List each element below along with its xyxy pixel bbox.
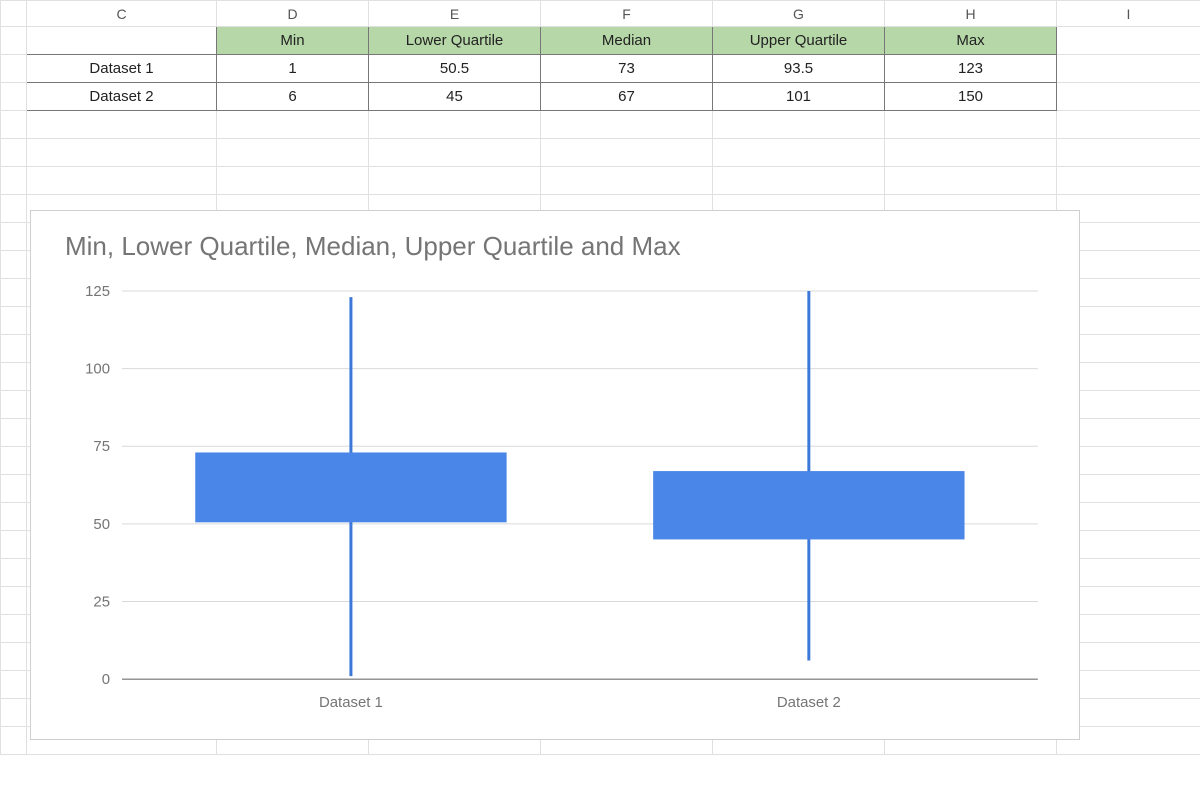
chart-plot: 0 25 50 75 100 125 Dataset 1 Dataset 2 <box>51 281 1059 719</box>
col-I[interactable]: I <box>1057 1 1200 27</box>
cell-empty[interactable] <box>1057 83 1200 111</box>
box <box>653 471 964 539</box>
col-D[interactable]: D <box>217 1 369 27</box>
table-row: Dataset 2 6 45 67 101 150 <box>1 83 1200 111</box>
chart-title: Min, Lower Quartile, Median, Upper Quart… <box>65 231 681 262</box>
y-tick-label: 100 <box>85 361 110 378</box>
boxplot-svg: 0 25 50 75 100 125 Dataset 1 Dataset 2 <box>51 281 1059 719</box>
col-E[interactable]: E <box>369 1 541 27</box>
y-tick-label: 50 <box>93 516 110 533</box>
col-G[interactable]: G <box>713 1 885 27</box>
row-label-dataset1[interactable]: Dataset 1 <box>27 55 217 83</box>
column-header-row: C D E F G H I <box>1 1 1200 27</box>
x-tick-label: Dataset 1 <box>319 694 383 711</box>
chart-container[interactable]: Min, Lower Quartile, Median, Upper Quart… <box>30 210 1080 740</box>
y-tick-label: 125 <box>85 283 110 300</box>
x-tick-label: Dataset 2 <box>777 694 841 711</box>
header-min[interactable]: Min <box>217 27 369 55</box>
gutter <box>1 55 27 83</box>
cell-d2-q3[interactable]: 101 <box>713 83 885 111</box>
col-H[interactable]: H <box>885 1 1057 27</box>
cell-d2-max[interactable]: 150 <box>885 83 1057 111</box>
table-row: Dataset 1 1 50.5 73 93.5 123 <box>1 55 1200 83</box>
cell-d2-median[interactable]: 67 <box>541 83 713 111</box>
cell-d1-min[interactable]: 1 <box>217 55 369 83</box>
cell-d1-q1[interactable]: 50.5 <box>369 55 541 83</box>
cell-empty[interactable] <box>1057 55 1200 83</box>
cell-d1-q3[interactable]: 93.5 <box>713 55 885 83</box>
gutter <box>1 83 27 111</box>
header-q1[interactable]: Lower Quartile <box>369 27 541 55</box>
header-median[interactable]: Median <box>541 27 713 55</box>
gutter <box>1 1 27 27</box>
cell-blank-corner[interactable] <box>27 27 217 55</box>
box <box>195 452 506 522</box>
cell-d2-min[interactable]: 6 <box>217 83 369 111</box>
row-label-dataset2[interactable]: Dataset 2 <box>27 83 217 111</box>
header-q3[interactable]: Upper Quartile <box>713 27 885 55</box>
spreadsheet-view: C D E F G H I Min Lower Quartile Median … <box>0 0 1200 790</box>
col-C[interactable]: C <box>27 1 217 27</box>
y-tick-label: 25 <box>93 594 110 611</box>
y-tick-label: 0 <box>102 671 110 688</box>
header-max[interactable]: Max <box>885 27 1057 55</box>
cell-d1-median[interactable]: 73 <box>541 55 713 83</box>
header-row: Min Lower Quartile Median Upper Quartile… <box>1 27 1200 55</box>
col-F[interactable]: F <box>541 1 713 27</box>
gutter <box>1 27 27 55</box>
cell-empty[interactable] <box>1057 27 1200 55</box>
cell-d1-max[interactable]: 123 <box>885 55 1057 83</box>
y-tick-label: 75 <box>93 438 110 455</box>
cell-d2-q1[interactable]: 45 <box>369 83 541 111</box>
